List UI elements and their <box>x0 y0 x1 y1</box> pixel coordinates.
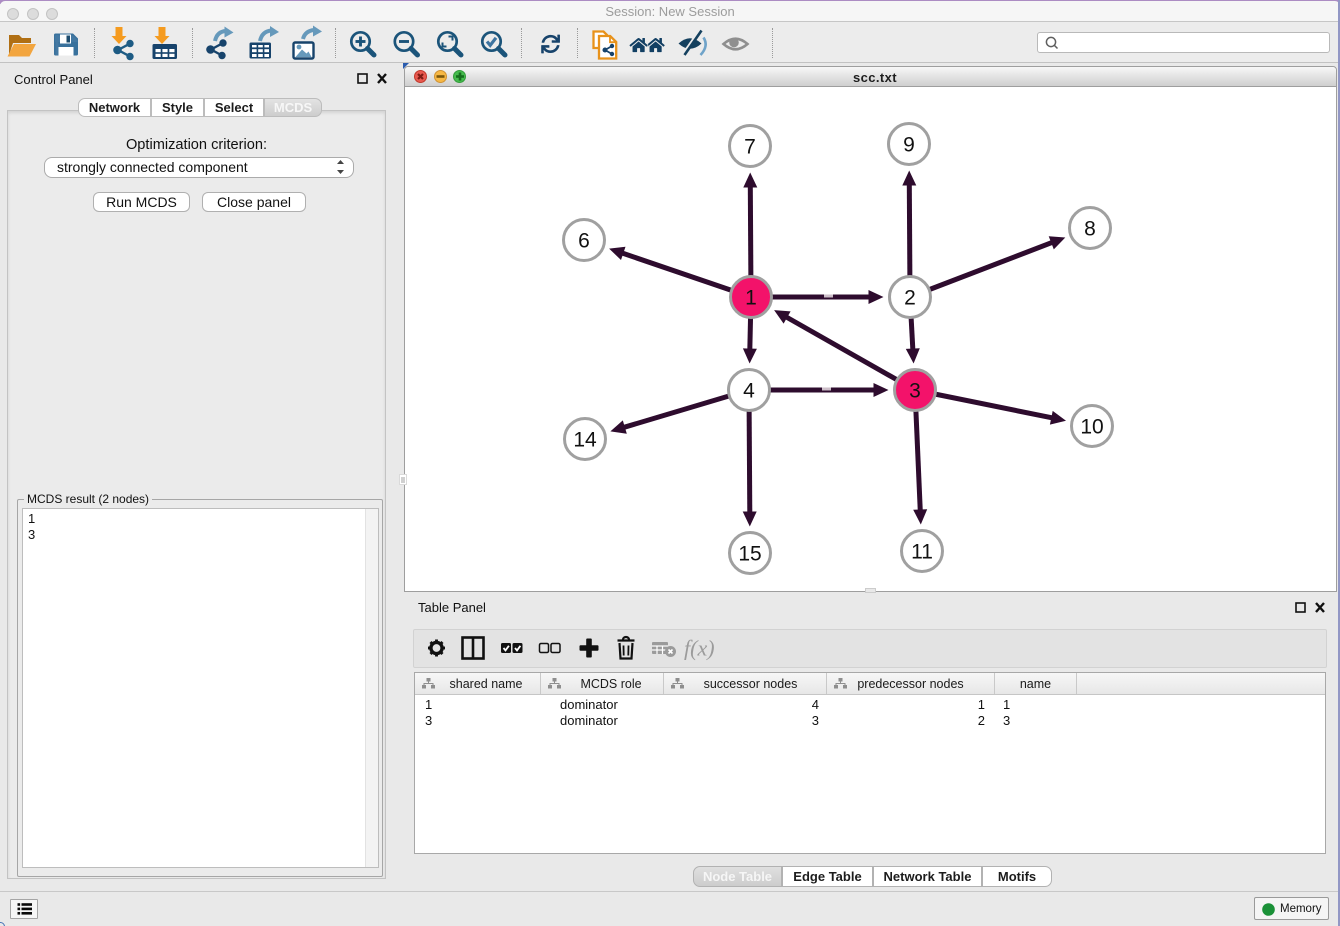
svg-text:9: 9 <box>903 134 915 157</box>
svg-text:2: 2 <box>904 287 916 310</box>
svg-text:14: 14 <box>573 429 597 452</box>
svg-text:3: 3 <box>909 380 921 403</box>
svg-text:15: 15 <box>738 543 761 566</box>
svg-text:f(x): f(x) <box>684 636 715 661</box>
svg-text:8: 8 <box>1084 218 1096 241</box>
svg-text:10: 10 <box>1080 416 1103 439</box>
svg-text:11: 11 <box>911 541 933 564</box>
svg-text:7: 7 <box>744 136 756 159</box>
svg-text:1: 1 <box>745 287 757 310</box>
svg-text:4: 4 <box>743 380 755 403</box>
svg-text:6: 6 <box>578 230 590 253</box>
